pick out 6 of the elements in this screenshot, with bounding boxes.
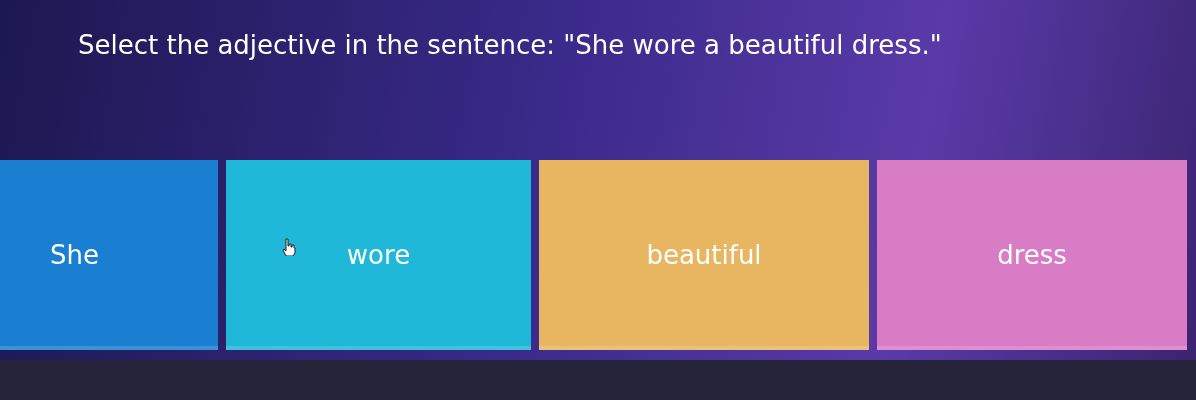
pointer-hand-icon: [281, 238, 297, 256]
answer-option[interactable]: She: [0, 160, 218, 350]
question-text: Select the adjective in the sentence: "She wore a beautiful dress.": [77, 29, 943, 62]
answer-option[interactable]: beautiful: [539, 160, 869, 350]
answer-option[interactable]: wore: [226, 160, 531, 350]
answer-option[interactable]: dress: [877, 160, 1187, 350]
